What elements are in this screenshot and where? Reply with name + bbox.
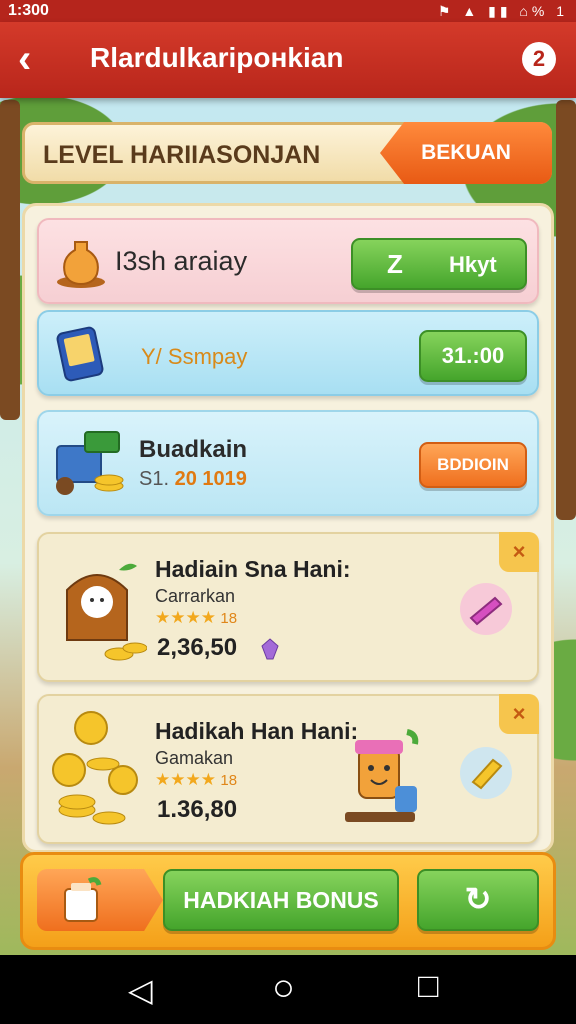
card-title: Buadkain — [139, 436, 248, 463]
reward-title: Hadiain Sna Hani: — [155, 556, 351, 582]
help-button[interactable]: 2 — [522, 42, 556, 76]
daily-reward-2: Hadikah Han Hani: Gamakan ★★★★ 18 1.36,8… — [37, 694, 539, 844]
level-title: LEVEL HARIIASONJAN — [43, 141, 321, 169]
reward-amount: 1.36,80 — [157, 796, 238, 823]
status-bar: 1:300 ⚑ ▲ ▮▮ ⌂% 1 — [0, 0, 576, 22]
card-timer-button[interactable]: 31.:00 — [419, 330, 527, 382]
reward-close-button[interactable]: × — [499, 532, 539, 572]
gold-coins-icon — [52, 711, 138, 825]
shop-bag-button[interactable] — [37, 869, 163, 931]
status-icons: ⚑ ▲ ▮▮ ⌂% 1 — [437, 2, 568, 19]
card-claim-button[interactable]: Z Hkyt — [351, 238, 527, 290]
main-panel: I3sh araiay Z Hkyt Y/ Ssmpay 31.:00 Buad… — [22, 203, 554, 853]
treasure-cart-icon — [56, 431, 124, 495]
star-icons: ★★★★ — [155, 608, 216, 627]
system-nav-bar: ◁ ○ □ — [0, 955, 576, 1024]
reward-subtitle: Gamakan — [155, 748, 234, 768]
status-time: 1:300 — [8, 2, 49, 19]
nav-recent-button[interactable]: □ — [418, 967, 439, 1006]
vase-icon — [57, 241, 105, 288]
z-badge-icon: Z — [387, 249, 403, 279]
reward-subtitle: Carrarkan — [155, 586, 236, 606]
refresh-button[interactable]: ↻ — [417, 869, 539, 931]
nav-back-button[interactable]: ◁ — [128, 971, 153, 1009]
button-label: Hkyt — [449, 252, 497, 277]
card-title: Y/ Ssmpay — [141, 344, 248, 369]
reward-card-1: I3sh araiay Z Hkyt — [37, 218, 539, 304]
page-title: Rlardulkaripонkian — [90, 42, 344, 73]
bottom-action-bar: HADKIAH BONUS ↻ — [20, 852, 556, 950]
subtitle-prefix: S1. — [139, 468, 170, 490]
star-icons: ★★★★ — [155, 770, 216, 789]
level-bar: LEVEL HARIIASONJAN BEKUAN — [22, 122, 552, 184]
pot-character-icon — [345, 729, 419, 822]
reward-amount: 2,36,50 — [157, 634, 238, 661]
reward-title: Hadikah Han Hani: — [155, 718, 359, 744]
card-title: I3sh araiay — [115, 246, 248, 276]
bonus-button[interactable]: HADKIAH BONUS — [163, 869, 399, 931]
daily-reward-1: Hadiain Sna Hani: Carrarkan ★★★★ 18 2,36… — [37, 532, 539, 682]
phone-icon — [56, 326, 104, 382]
rating-value: 18 — [220, 610, 238, 627]
reward-rating: ★★★★ 18 — [155, 608, 237, 628]
rating-value: 18 — [220, 772, 238, 789]
candy-icon — [460, 583, 512, 635]
treasure-basket-icon — [66, 563, 147, 661]
subtitle-value: 20 1019 — [174, 468, 247, 490]
bag-icon — [64, 877, 102, 922]
level-action-button[interactable]: BEKUAN — [380, 122, 552, 184]
card-subtitle: S1. 20 1019 — [139, 468, 247, 491]
card-action-button[interactable]: BDDIOIN — [419, 442, 527, 488]
tree-trunk — [556, 100, 576, 520]
reward-card-2: Y/ Ssmpay 31.:00 — [37, 310, 539, 396]
back-button[interactable]: ‹ — [18, 38, 58, 82]
reward-card-3: Buadkain S1. 20 1019 BDDIOIN — [37, 410, 539, 516]
app-header: ‹ Rlardulkaripонkian 2 — [0, 22, 576, 98]
tree-trunk — [0, 100, 20, 420]
ticket-icon — [460, 747, 512, 799]
reward-close-button[interactable]: × — [499, 694, 539, 734]
gem-icon — [261, 638, 279, 660]
reward-rating: ★★★★ 18 — [155, 770, 237, 790]
nav-home-button[interactable]: ○ — [272, 967, 295, 1010]
